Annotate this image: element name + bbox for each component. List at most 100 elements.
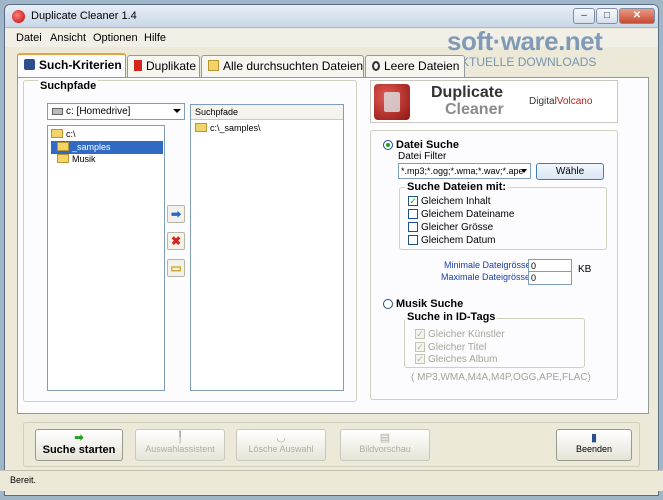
same-title-label: Gleicher Titel xyxy=(428,342,487,353)
browse-folder-button[interactable]: ▭ xyxy=(167,259,185,277)
folder-icon xyxy=(51,129,63,138)
search-paths-list-header: Suchpfade xyxy=(191,105,343,120)
status-bar: Bereit. xyxy=(0,470,663,491)
choose-filter-button[interactable]: Wähle xyxy=(536,163,604,180)
printer-icon: ▤ xyxy=(379,432,391,444)
music-search-radio[interactable] xyxy=(383,299,393,309)
close-button[interactable]: ✕ xyxy=(619,8,655,24)
same-date-checkbox[interactable] xyxy=(408,235,418,245)
same-album-label: Gleiches Album xyxy=(428,354,498,365)
file-filter-value: *.mp3;*.ogg;*.wma;*.wav;*.ape xyxy=(401,166,524,176)
logo-line-1: Duplicate xyxy=(431,84,504,101)
selection-assistant-button[interactable]: ╿ Auswahlassistent xyxy=(135,429,225,461)
same-size-checkbox[interactable] xyxy=(408,222,418,232)
exit-door-icon: ▮ xyxy=(590,432,598,444)
size-unit-label: KB xyxy=(578,264,592,275)
file-filter-label: Datei Filter xyxy=(398,151,447,162)
tab-label: Such-Kriterien xyxy=(39,58,122,72)
same-filename-checkbox[interactable] xyxy=(408,209,418,219)
start-search-label: Suche starten xyxy=(42,444,116,456)
wand-icon: ╿ xyxy=(176,432,184,444)
menu-hilfe[interactable]: Hilfe xyxy=(144,32,166,44)
file-filter-input[interactable]: *.mp3;*.ogg;*.wma;*.wav;*.ape xyxy=(398,163,531,179)
duplicate-cleaner-logo-icon xyxy=(374,84,410,120)
logo-wordmark: Duplicate Cleaner xyxy=(431,84,504,118)
open-folder-icon xyxy=(57,142,69,151)
tab-label: Duplikate xyxy=(146,59,197,73)
match-criteria-label: Suche Dateien mit: xyxy=(405,181,509,193)
window-title: Duplicate Cleaner 1.4 xyxy=(31,10,137,22)
exit-label: Beenden xyxy=(575,444,613,454)
arrow-right-icon: ➡ xyxy=(170,207,182,221)
logo-line-2: Cleaner xyxy=(445,101,504,118)
tab-label: Leere Dateien xyxy=(384,59,460,73)
same-content-checkbox[interactable]: ✓ xyxy=(408,196,418,206)
tree-item-musik[interactable]: Musik xyxy=(57,153,96,166)
folder-icon xyxy=(57,154,69,163)
same-title-checkbox[interactable]: ✓ xyxy=(415,342,425,352)
drive-select-value: c: [Homedrive] xyxy=(66,106,131,117)
app-icon xyxy=(12,10,25,23)
minimize-button[interactable]: – xyxy=(573,8,595,24)
tab-alle-dateien[interactable]: Alle durchsuchten Dateien xyxy=(201,55,364,77)
chevron-down-icon xyxy=(521,169,527,173)
delete-selection-label: Lösche Auswahl xyxy=(248,444,314,454)
supported-formats-note: ( MP3,WMA,M4A,M4P,OGG,APE,FLAC) xyxy=(411,372,591,383)
watermark-logo: soft·ware.net xyxy=(447,26,603,56)
menu-optionen[interactable]: Optionen xyxy=(93,32,138,44)
menu-datei[interactable]: Datei xyxy=(16,32,42,44)
add-path-button[interactable]: ➡ xyxy=(167,205,185,223)
folder-icon xyxy=(195,123,207,132)
open-folder-icon xyxy=(208,60,219,71)
exit-button[interactable]: ▮ Beenden xyxy=(556,429,632,461)
tab-label: Alle durchsuchten Dateien xyxy=(223,59,364,73)
image-preview-label: Bildvorschau xyxy=(359,444,411,454)
same-date-label: Gleichem Datum xyxy=(421,235,496,246)
search-path-item[interactable]: c:\_samples\ xyxy=(195,123,261,133)
same-artist-checkbox[interactable]: ✓ xyxy=(415,329,425,339)
red-x-icon: ✖ xyxy=(170,234,182,248)
empty-circle-icon xyxy=(372,61,380,71)
search-paths-list[interactable]: Suchpfade c:\_samples\ xyxy=(190,104,344,391)
same-content-label: Gleichem Inhalt xyxy=(421,196,491,207)
watermark-subtitle: AKTUELLE DOWNLOADS xyxy=(453,55,597,69)
start-search-button[interactable]: ➡ Suche starten xyxy=(35,429,123,461)
recycle-icon: ◡ xyxy=(276,432,286,444)
delete-selection-button[interactable]: ◡ Lösche Auswahl xyxy=(236,429,326,461)
same-size-label: Gleicher Grösse xyxy=(421,222,494,233)
music-search-label: Musik Suche xyxy=(396,298,464,310)
tab-such-kriterien[interactable]: Such-Kriterien xyxy=(17,53,126,78)
same-artist-label: Gleicher Künstler xyxy=(428,329,505,340)
red-flag-icon xyxy=(134,60,142,71)
remove-path-button[interactable]: ✖ xyxy=(167,232,185,250)
tree-item-label: c:\ xyxy=(66,129,76,139)
status-text: Bereit. xyxy=(10,475,37,485)
tab-leere-dateien[interactable]: Leere Dateien xyxy=(365,55,465,77)
drive-select[interactable]: c: [Homedrive] xyxy=(47,103,185,120)
tree-item-root[interactable]: c:\ xyxy=(51,128,76,141)
id-tags-label: Suche in ID-Tags xyxy=(405,311,498,323)
maximize-button[interactable]: □ xyxy=(596,8,618,24)
file-search-radio[interactable] xyxy=(383,140,393,150)
same-filename-label: Gleichem Dateiname xyxy=(421,209,515,220)
file-search-label: Datei Suche xyxy=(396,139,459,151)
chevron-down-icon xyxy=(173,109,181,113)
drive-icon xyxy=(52,108,63,115)
min-size-label: Minimale Dateigrösse xyxy=(444,260,531,270)
menu-ansicht[interactable]: Ansicht xyxy=(50,32,86,44)
image-preview-button[interactable]: ▤ Bildvorschau xyxy=(340,429,430,461)
product-logo: Duplicate Cleaner DigitalVolcano xyxy=(370,80,618,123)
selection-assistant-label: Auswahlassistent xyxy=(145,444,215,454)
search-path-label: c:\_samples\ xyxy=(210,123,261,133)
title-bar[interactable]: Duplicate Cleaner 1.4 – □ ✕ xyxy=(5,5,658,28)
folder-icon: ▭ xyxy=(170,261,182,275)
search-paths-label: Suchpfade xyxy=(38,80,99,92)
vendor-logo: DigitalVolcano xyxy=(529,96,593,107)
same-album-checkbox[interactable]: ✓ xyxy=(415,354,425,364)
tab-duplikate[interactable]: Duplikate xyxy=(127,55,200,77)
max-size-label: Maximale Dateigrösse xyxy=(441,272,531,282)
max-size-input[interactable]: 0 xyxy=(528,271,572,285)
green-arrow-icon: ➡ xyxy=(74,432,84,444)
folder-tree[interactable]: c:\ _samples Musik xyxy=(47,125,165,391)
tree-item-label: Musik xyxy=(72,154,96,164)
